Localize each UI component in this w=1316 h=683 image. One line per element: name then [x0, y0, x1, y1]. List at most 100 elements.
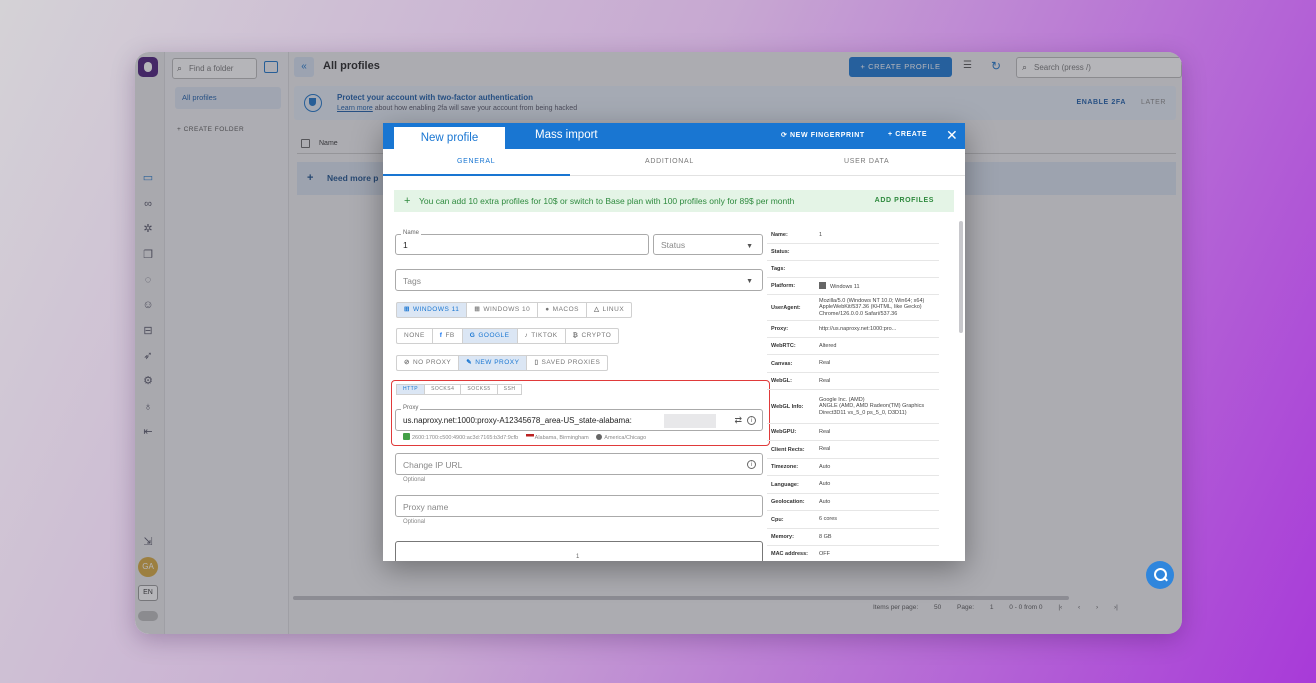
saved-proxies-button[interactable]: ▯ SAVED PROXIES: [527, 355, 609, 371]
protocol-http-button[interactable]: HTTP: [396, 384, 426, 395]
summary-key: Cpu:: [771, 516, 784, 523]
add-profiles-button[interactable]: ADD PROFILES: [875, 190, 934, 212]
proxy-mode-label: NEW PROXY: [475, 359, 520, 366]
summary-key: Platform:: [771, 283, 796, 289]
proxy-name-placeholder: Proxy name: [403, 502, 449, 512]
google-icon: G: [469, 332, 476, 339]
name-field-value: 1: [403, 240, 408, 250]
tab-mass-import[interactable]: Mass import: [535, 129, 598, 141]
close-icon[interactable]: ✕: [946, 127, 958, 143]
tab-new-profile[interactable]: New profile: [394, 127, 505, 149]
proxy-check-result: 2600:1700:c500:4900:ac3d:7165:b3d7:9cfb …: [403, 433, 646, 441]
info-icon[interactable]: i: [747, 416, 756, 425]
summary-value: Real: [819, 428, 831, 435]
preset-crypto-button[interactable]: ₿ CRYPTO: [565, 328, 620, 344]
tags-select[interactable]: Tags ▼: [395, 269, 763, 291]
summary-row: Memory: 8 GB: [767, 529, 939, 546]
name-field[interactable]: Name 1: [395, 230, 649, 255]
summary-value: Real: [819, 446, 831, 453]
summary-row: Name: 1: [767, 227, 939, 244]
summary-value: Auto: [819, 498, 831, 505]
summary-value: 8 GB: [819, 533, 832, 540]
summary-value: OFF: [819, 550, 830, 557]
summary-row: UserAgent: Mozilla/5.0 (Windows NT 10.0; …: [767, 295, 939, 321]
proxy-timezone: America/Chicago: [604, 435, 647, 441]
os-macos-button[interactable]: ● MACOS: [538, 302, 588, 318]
os-selector: ⊞ WINDOWS 11 ⊞ WINDOWS 10 ● MACOS △ LINUX: [396, 302, 633, 318]
swap-icon[interactable]: ⇄: [734, 415, 742, 426]
protocol-ssh-button[interactable]: SSH: [497, 384, 523, 395]
tab-general[interactable]: GENERAL: [457, 158, 495, 165]
tiktok-icon: ♪: [524, 332, 529, 339]
tab-user-data[interactable]: USER DATA: [844, 158, 889, 165]
status-select[interactable]: Status ▼: [653, 234, 763, 255]
preset-tiktok-button[interactable]: ♪ TIKTOK: [517, 328, 566, 344]
summary-key: Status:: [771, 249, 790, 255]
proxy-field-label: Proxy: [401, 405, 421, 411]
tab-additional[interactable]: ADDITIONAL: [645, 158, 694, 165]
new-proxy-button[interactable]: ✎ NEW PROXY: [459, 355, 528, 371]
platform-value: Windows 11: [819, 281, 939, 291]
summary-key: Geolocation:: [771, 499, 805, 505]
new-fingerprint-button[interactable]: ⟳ NEW FINGERPRINT: [781, 131, 865, 139]
summary-key: WebGL:: [771, 378, 792, 384]
os-windows-11-button[interactable]: ⊞ WINDOWS 11: [396, 302, 468, 318]
preset-fb-button[interactable]: f FB: [432, 328, 463, 344]
redacted-region: [664, 414, 716, 428]
summary-row: WebGL: Real: [767, 373, 939, 390]
bookmark-icon: ▯: [534, 359, 539, 366]
proxy-input[interactable]: Proxy us.naproxy.net:1000:proxy-A1234567…: [395, 405, 763, 431]
summary-value: Real: [819, 377, 831, 384]
proxy-input-value: us.naproxy.net:1000:proxy-A12345678_area…: [403, 416, 632, 425]
create-button[interactable]: + CREATE: [888, 131, 927, 138]
summary-value: Altered: [819, 342, 837, 349]
summary-row: MAC address: OFF: [767, 546, 939, 561]
preset-google-button[interactable]: G GOOGLE: [462, 328, 518, 344]
floating-search-icon[interactable]: [1146, 561, 1174, 589]
dialog-header: New profile Mass import ⟳ NEW FINGERPRIN…: [383, 123, 965, 149]
dialog-scrollbar[interactable]: [959, 221, 963, 333]
summary-row: WebRTC: Altered: [767, 338, 939, 355]
name-field-label: Name: [401, 230, 422, 236]
summary-value: 6 cores: [819, 516, 838, 523]
preset-option-label: TIKTOK: [531, 332, 558, 339]
notes-editor[interactable]: 1: [395, 541, 763, 561]
preset-option-label: NONE: [404, 332, 425, 339]
summary-key: Proxy:: [771, 326, 789, 332]
profile-summary: Name: 1 Status: Tags: Platform: Windows 11…: [767, 227, 939, 561]
preset-option-label: CRYPTO: [581, 332, 612, 339]
os-option-label: MACOS: [552, 306, 580, 313]
summary-row: Tags:: [767, 261, 939, 278]
proxy-mode-label: SAVED PROXIES: [541, 359, 601, 366]
protocol-socks4-button[interactable]: SOCKS4: [425, 384, 462, 395]
apple-icon: ●: [545, 306, 550, 313]
os-linux-button[interactable]: △ LINUX: [587, 302, 633, 318]
change-ip-placeholder: Change IP URL: [403, 460, 463, 470]
summary-key: WebGL Info:: [771, 403, 804, 410]
linux-icon: △: [594, 306, 600, 313]
summary-row: Language: Auto: [767, 476, 939, 494]
os-windows-10-button[interactable]: ⊞ WINDOWS 10: [467, 302, 539, 318]
summary-key: Tags:: [771, 266, 786, 272]
proxy-mode-selector: ⊘ NO PROXY ✎ NEW PROXY ▯ SAVED PROXIES: [396, 355, 609, 371]
summary-key: MAC address:: [771, 551, 808, 557]
promo-banner: + You can add 10 extra profiles for 10$ …: [394, 190, 954, 212]
summary-row: WebGPU: Real: [767, 424, 939, 441]
summary-value: Google Inc. (AMD) ANGLE (AMD, AMD Radeon…: [819, 396, 925, 416]
protocol-socks5-button[interactable]: SOCKS5: [461, 384, 498, 395]
preset-none-button[interactable]: NONE: [396, 328, 433, 344]
no-proxy-button[interactable]: ⊘ NO PROXY: [396, 355, 460, 371]
summary-row: WebGL Info: Google Inc. (AMD) ANGLE (AMD,…: [767, 390, 939, 424]
proxy-mode-label: NO PROXY: [412, 359, 452, 366]
summary-row: Timezone: Auto: [767, 459, 939, 476]
edit-icon: ✎: [466, 359, 473, 366]
summary-key: WebGPU:: [771, 429, 797, 435]
proxy-name-input[interactable]: Proxy name: [395, 495, 763, 517]
summary-key: WebRTC:: [771, 343, 796, 349]
optional-hint: Optional: [403, 519, 426, 525]
summary-key: UserAgent:: [771, 304, 801, 311]
change-ip-url-input[interactable]: Change IP URL i: [395, 453, 763, 475]
summary-value: 1: [819, 231, 823, 238]
info-icon[interactable]: i: [747, 460, 756, 469]
active-tab-indicator: [383, 174, 570, 176]
